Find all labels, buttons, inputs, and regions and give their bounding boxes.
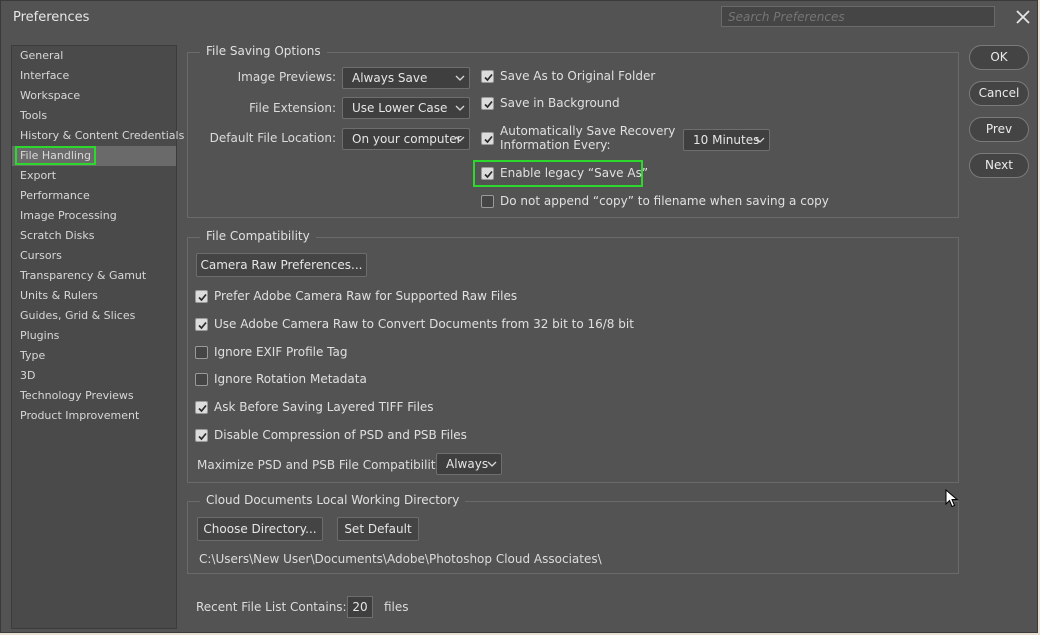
cancel-button[interactable]: Cancel [969, 81, 1029, 106]
title-bar: Preferences [1, 1, 1037, 33]
checkbox-checked-icon [195, 290, 208, 303]
enable-legacy-save-as-label: Enable legacy “Save As” [500, 166, 649, 180]
sidebar-item-cursors[interactable]: Cursors [12, 246, 176, 266]
checkbox-checked-icon [481, 70, 494, 83]
maximize-compat-value: Always [446, 457, 489, 471]
mouse-cursor-icon [945, 489, 959, 508]
sidebar-item-history[interactable]: History & Content Credentials [12, 126, 184, 146]
ask-before-tiff-checkbox[interactable]: Ask Before Saving Layered TIFF Files [195, 399, 455, 417]
sidebar-item-units-rulers[interactable]: Units & Rulers [12, 286, 176, 306]
prefer-camera-raw-label: Prefer Adobe Camera Raw for Supported Ra… [214, 289, 518, 303]
sidebar-item-tools[interactable]: Tools [12, 106, 176, 126]
save-in-background-checkbox[interactable]: Save in Background [481, 95, 681, 113]
checkbox-unchecked-icon [481, 195, 494, 208]
set-default-button[interactable]: Set Default [337, 517, 419, 541]
next-button[interactable]: Next [969, 153, 1029, 178]
sidebar-item-product-improvement[interactable]: Product Improvement [12, 406, 176, 426]
disable-compression-label: Disable Compression of PSD and PSB Files [214, 428, 467, 442]
recent-files-suffix: files [384, 600, 409, 614]
sidebar-item-scratch-disks[interactable]: Scratch Disks [12, 226, 176, 246]
ok-button[interactable]: OK [969, 45, 1029, 70]
sidebar-item-file-handling[interactable]: File Handling [12, 146, 176, 166]
sidebar-item-type[interactable]: Type [12, 346, 176, 366]
preferences-dialog: Preferences General Interface Workspace … [0, 0, 1038, 633]
recent-file-count-input[interactable]: 20 [347, 596, 373, 618]
checkbox-checked-icon [481, 167, 494, 180]
recent-file-list-label: Recent File List Contains: [196, 600, 347, 614]
ignore-rotation-label: Ignore Rotation Metadata [214, 372, 367, 386]
choose-directory-button[interactable]: Choose Directory... [197, 517, 323, 541]
prefer-camera-raw-checkbox[interactable]: Prefer Adobe Camera Raw for Supported Ra… [195, 288, 518, 306]
maximize-compat-select[interactable]: Always [436, 453, 502, 475]
chevron-down-icon [455, 105, 465, 111]
file-extension-label: File Extension: [249, 101, 336, 115]
file-compatibility-title: File Compatibility [200, 229, 316, 243]
ignore-rotation-checkbox[interactable]: Ignore Rotation Metadata [195, 371, 395, 389]
auto-save-interval-value: 10 Minutes [693, 133, 760, 147]
maximize-compat-label: Maximize PSD and PSB File Compatibility: [197, 458, 446, 472]
save-in-background-label: Save in Background [500, 96, 620, 110]
auto-save-recovery-checkbox[interactable]: Automatically Save Recovery Information … [481, 124, 676, 152]
image-previews-label: Image Previews: [237, 70, 336, 84]
auto-save-label-line1: Automatically Save Recovery [500, 124, 676, 138]
search-preferences-input[interactable] [721, 6, 995, 27]
image-previews-value: Always Save [352, 71, 428, 85]
close-icon[interactable] [1013, 7, 1033, 27]
default-location-value: On your computer [352, 132, 462, 146]
cloud-directory-path: C:\Users\New User\Documents\Adobe\Photos… [199, 552, 602, 566]
disable-compression-checkbox[interactable]: Disable Compression of PSD and PSB Files [195, 427, 475, 445]
sidebar-item-workspace[interactable]: Workspace [12, 86, 176, 106]
prev-button[interactable]: Prev [969, 117, 1029, 142]
checkbox-unchecked-icon [195, 373, 208, 386]
camera-raw-convert-checkbox[interactable]: Use Adobe Camera Raw to Convert Document… [195, 316, 634, 334]
dialog-title: Preferences [13, 10, 90, 25]
checkbox-unchecked-icon [195, 346, 208, 359]
file-extension-select[interactable]: Use Lower Case [342, 97, 470, 119]
sidebar-item-interface[interactable]: Interface [12, 66, 176, 86]
checkbox-checked-icon [481, 97, 494, 110]
camera-raw-preferences-button[interactable]: Camera Raw Preferences... [196, 253, 367, 277]
sidebar-item-technology-previews[interactable]: Technology Previews [12, 386, 176, 406]
sidebar-item-guides[interactable]: Guides, Grid & Slices [12, 306, 176, 326]
preferences-sidebar: General Interface Workspace Tools Histor… [11, 45, 184, 629]
save-as-original-label: Save As to Original Folder [500, 69, 656, 83]
image-previews-select[interactable]: Always Save [342, 67, 470, 89]
checkbox-checked-icon [481, 132, 494, 145]
ask-before-tiff-label: Ask Before Saving Layered TIFF Files [214, 400, 434, 414]
sidebar-item-image-processing[interactable]: Image Processing [12, 206, 176, 226]
file-saving-options-title: File Saving Options [200, 44, 327, 58]
sidebar-item-3d[interactable]: 3D [12, 366, 176, 386]
ignore-exif-checkbox[interactable]: Ignore EXIF Profile Tag [195, 344, 395, 362]
checkbox-checked-icon [195, 429, 208, 442]
chevron-down-icon [455, 136, 465, 142]
file-extension-value: Use Lower Case [352, 101, 448, 115]
auto-save-recovery-label: Automatically Save Recovery Information … [500, 124, 675, 152]
auto-save-interval-select[interactable]: 10 Minutes [683, 129, 770, 151]
cloud-documents-title: Cloud Documents Local Working Directory [200, 493, 466, 507]
ignore-exif-label: Ignore EXIF Profile Tag [214, 345, 348, 359]
do-not-append-copy-checkbox[interactable]: Do not append “copy” to filename when sa… [481, 193, 829, 211]
default-location-select[interactable]: On your computer [342, 128, 470, 150]
auto-save-label-line2: Information Every: [500, 138, 611, 152]
chevron-down-icon [455, 75, 465, 81]
sidebar-item-general[interactable]: General [12, 46, 176, 66]
do-not-append-copy-label: Do not append “copy” to filename when sa… [500, 194, 829, 208]
sidebar-item-performance[interactable]: Performance [12, 186, 176, 206]
sidebar-item-transparency[interactable]: Transparency & Gamut [12, 266, 176, 286]
save-as-original-checkbox[interactable]: Save As to Original Folder [481, 68, 681, 86]
checkbox-checked-icon [195, 401, 208, 414]
sidebar-item-plugins[interactable]: Plugins [12, 326, 176, 346]
camera-raw-convert-label: Use Adobe Camera Raw to Convert Document… [214, 317, 634, 331]
chevron-down-icon [487, 461, 497, 467]
checkbox-checked-icon [195, 318, 208, 331]
sidebar-item-export[interactable]: Export [12, 166, 176, 186]
chevron-down-icon [755, 137, 765, 143]
default-location-label: Default File Location: [209, 131, 336, 145]
enable-legacy-save-as-checkbox[interactable]: Enable legacy “Save As” [481, 165, 648, 183]
